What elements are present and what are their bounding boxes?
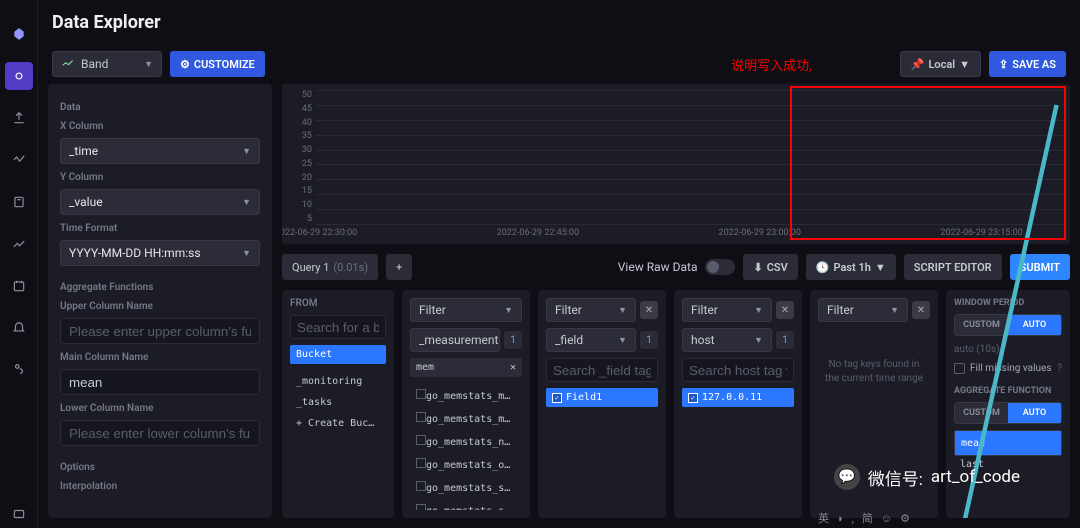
toolbar: Band ▼ ⚙ CUSTOMIZE 说明写入成功, 📌 Local ▼ ⇪ S… [38,44,1080,84]
main-column-input[interactable] [60,369,260,395]
interpolation-label: Interpolation [60,481,260,492]
pin-icon: 📌 [911,58,925,71]
chevron-down-icon: ▼ [242,248,251,259]
lower-column-label: Lower Column Name [60,403,260,414]
chevron-down-icon: ▼ [242,146,251,157]
upper-column-input[interactable] [60,318,260,344]
chevron-down-icon: ▼ [144,59,153,70]
x-column-label: X Column [60,121,260,132]
nav-upload[interactable] [5,104,33,132]
nav-feedback[interactable] [5,500,33,528]
x-column-select[interactable]: _time ▼ [60,138,260,164]
y-column-select[interactable]: _value ▼ [60,189,260,215]
customize-button[interactable]: ⚙ CUSTOMIZE [170,51,265,77]
save-as-button[interactable]: ⇪ SAVE AS [989,51,1066,77]
main-column-label: Main Column Name [60,352,260,363]
chart-band-icon [61,57,75,71]
nav-home[interactable] [5,62,33,90]
ime-bar: 英 ◗ , 简 ☺ ⚙ [818,510,910,526]
y-column-label: Y Column [60,172,260,183]
data-heading: Data [60,102,260,113]
nav-rail [0,0,38,528]
page-title: Data Explorer [52,12,161,33]
options-heading: Options [60,462,260,473]
nav-alerts[interactable] [5,314,33,342]
time-format-select[interactable]: YYYY-MM-DD HH:mm:ss ▼ [60,240,260,266]
logo-icon[interactable] [5,20,33,48]
upper-column-label: Upper Column Name [60,301,260,312]
annotation-text: 说明写入成功, [731,55,812,74]
view-type-label: Band [81,57,108,71]
local-button[interactable]: 📌 Local ▼ [900,51,981,77]
chevron-down-icon: ▼ [959,58,970,71]
nav-tasks[interactable] [5,272,33,300]
view-type-dropdown[interactable]: Band ▼ [52,51,162,77]
config-panel: Data X Column _time ▼ Y Column _value ▼ … [48,84,272,518]
chevron-down-icon: ▼ [242,197,251,208]
agg-functions-heading: Aggregate Functions [60,282,260,293]
page-header: Data Explorer [38,0,1080,44]
nav-dashboard[interactable] [5,230,33,258]
gear-icon: ⚙ [180,58,190,71]
chart-x-axis: 2022-06-29 22:30:002022-06-29 22:45:0020… [316,228,1064,242]
chart-y-axis: 5045403530252015105 [286,90,312,224]
chart-area: 5045403530252015105 2022-06-29 22:30:002… [282,84,1070,244]
nav-explore[interactable] [5,146,33,174]
nav-settings[interactable] [5,356,33,384]
lower-column-input[interactable] [60,420,260,446]
time-format-label: Time Format [60,223,260,234]
view-raw-toggle[interactable] [705,259,735,275]
chart-line [316,90,1064,518]
export-icon: ⇪ [999,58,1008,71]
nav-notebook[interactable] [5,188,33,216]
